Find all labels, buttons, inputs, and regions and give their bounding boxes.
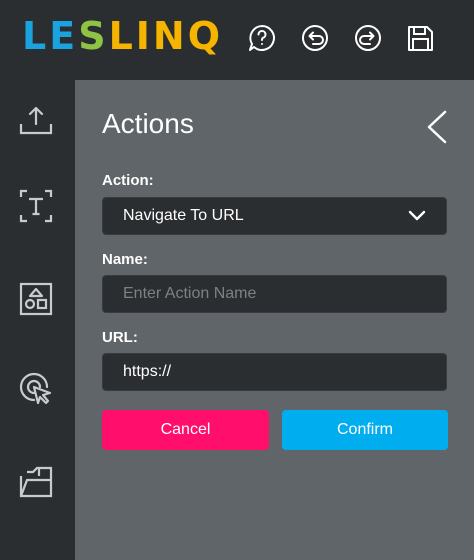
panel-title: Actions [102, 108, 194, 139]
cancel-button[interactable]: Cancel [102, 410, 269, 450]
back-chevron-icon[interactable] [425, 110, 449, 144]
logo-letter: S [78, 14, 109, 58]
chevron-down-icon [408, 210, 426, 221]
text-icon[interactable] [17, 187, 55, 225]
logo-letter: L [22, 14, 50, 58]
action-select-value: Navigate To URL [123, 207, 244, 224]
redo-icon[interactable] [353, 23, 383, 53]
logo-letter: L [108, 14, 136, 58]
url-input[interactable] [102, 353, 447, 391]
action-label: Action: [102, 172, 154, 189]
cursor-click-icon[interactable] [17, 370, 55, 408]
app-window: L E S L I N Q Actions Action: Navigate T… [0, 0, 474, 560]
logo: L E S L I N Q [22, 14, 223, 58]
logo-letter: I [135, 14, 153, 58]
actions-panel: Actions Action: Navigate To URL Name: UR… [75, 80, 474, 560]
logo-letter: Q [187, 14, 224, 58]
action-select[interactable]: Navigate To URL [102, 197, 447, 235]
top-bar: L E S L I N Q [0, 0, 474, 80]
upload-icon[interactable] [17, 102, 55, 140]
left-toolbar [0, 80, 75, 560]
name-label: Name: [102, 251, 148, 268]
logo-letter: E [49, 14, 79, 58]
shapes-icon[interactable] [17, 280, 55, 318]
action-name-input[interactable] [102, 275, 447, 313]
undo-icon[interactable] [300, 23, 330, 53]
logo-letter: N [152, 14, 188, 58]
folder-icon[interactable] [17, 462, 55, 500]
save-icon[interactable] [405, 23, 435, 53]
confirm-button[interactable]: Confirm [282, 410, 448, 450]
help-icon[interactable] [247, 23, 277, 53]
url-label: URL: [102, 329, 138, 346]
